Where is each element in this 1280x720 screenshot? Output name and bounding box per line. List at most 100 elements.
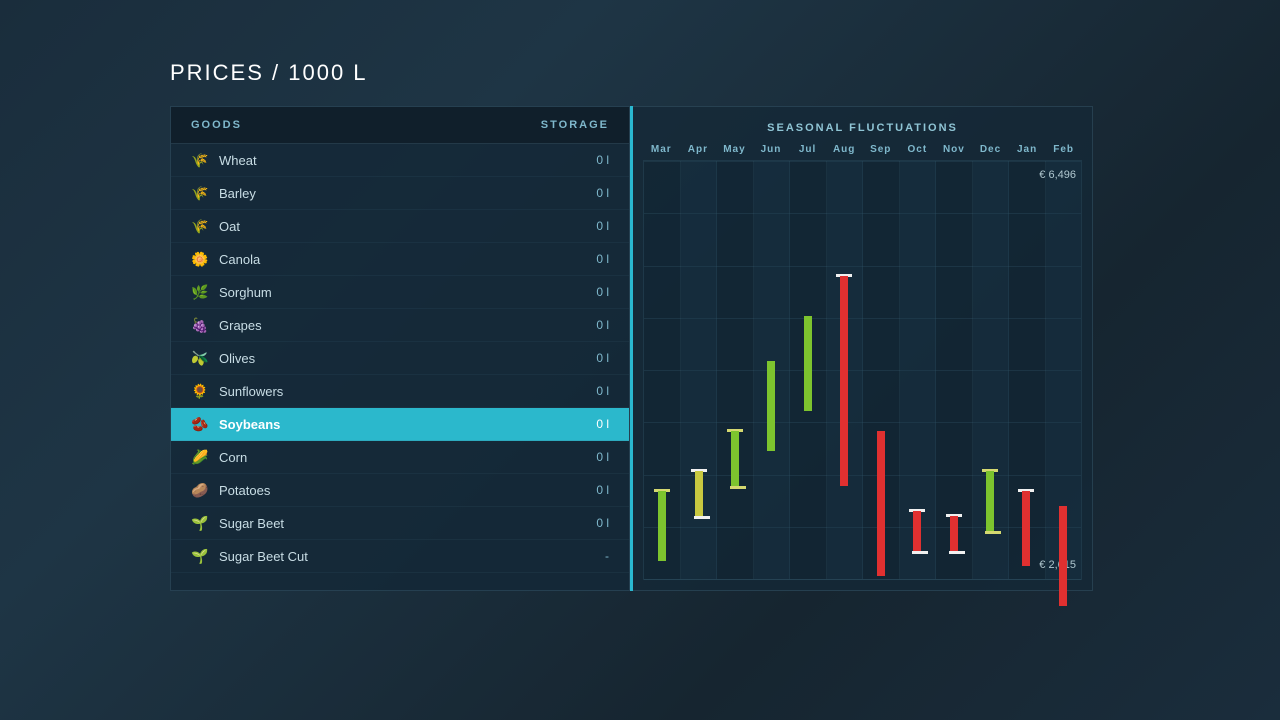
item-icon-oat: 🌾 [191,217,209,235]
chart-bars [644,161,1081,579]
item-left: 🌾 Wheat [191,151,257,169]
item-storage-potatoes: 0 l [596,483,609,497]
storage-col-label: STORAGE [541,119,609,131]
item-left: 🌾 Oat [191,217,240,235]
main-content: PRICES / 1000 L GOODS STORAGE 🌾 Wheat 0 … [0,0,1280,591]
item-storage-grapes: 0 l [596,318,609,332]
bar-feb [1058,506,1068,606]
goods-header: GOODS STORAGE [171,107,629,144]
item-left: 🌿 Sorghum [191,283,272,301]
item-storage-olives: 0 l [596,351,609,365]
main-panel: GOODS STORAGE 🌾 Wheat 0 l 🌾 Barley 0 l 🌾… [170,106,1130,591]
month-label-aug: Aug [826,144,863,155]
item-icon-corn: 🌽 [191,448,209,466]
goods-item-soybeans[interactable]: 🫘 Soybeans 0 l [171,408,629,441]
bar-jun [766,361,776,451]
item-name-barley: Barley [219,186,256,201]
item-name-sugar-beet: Sugar Beet [219,516,284,531]
item-name-soybeans: Soybeans [219,417,280,432]
item-left: 🍇 Grapes [191,316,262,334]
goods-col-label: GOODS [191,119,242,131]
item-left: 🥔 Potatoes [191,481,270,499]
month-label-feb: Feb [1045,144,1082,155]
item-name-oat: Oat [219,219,240,234]
item-storage-sugar-beet: 0 l [596,516,609,530]
item-left: 🌻 Sunflowers [191,382,283,400]
item-storage-sugar-beet-cut: - [605,549,609,563]
bar-dec [985,471,995,534]
item-left: 🌾 Barley [191,184,256,202]
bar-apr [694,471,704,519]
bar-oct [912,511,922,554]
chart-area: € 6,496 € 2,615 [643,160,1082,580]
item-name-sorghum: Sorghum [219,285,272,300]
bar-may [730,431,740,489]
item-icon-grapes: 🍇 [191,316,209,334]
item-name-sunflowers: Sunflowers [219,384,283,399]
item-icon-wheat: 🌾 [191,151,209,169]
item-storage-barley: 0 l [596,186,609,200]
month-label-dec: Dec [972,144,1009,155]
item-icon-sorghum: 🌿 [191,283,209,301]
bar-nov [949,516,959,554]
item-name-corn: Corn [219,450,247,465]
item-icon-soybeans: 🫘 [191,415,209,433]
goods-item-corn[interactable]: 🌽 Corn 0 l [171,441,629,474]
goods-item-olives[interactable]: 🫒 Olives 0 l [171,342,629,375]
item-name-grapes: Grapes [219,318,262,333]
bar-sep [876,431,886,576]
item-icon-sugar-beet: 🌱 [191,514,209,532]
item-icon-canola: 🌼 [191,250,209,268]
month-label-jun: Jun [753,144,790,155]
month-label-jan: Jan [1009,144,1046,155]
bar-mar [657,491,667,561]
month-label-may: May [716,144,753,155]
month-label-mar: Mar [643,144,680,155]
month-label-jul: Jul [789,144,826,155]
goods-item-sorghum[interactable]: 🌿 Sorghum 0 l [171,276,629,309]
goods-item-barley[interactable]: 🌾 Barley 0 l [171,177,629,210]
bar-aug [839,276,849,486]
goods-item-sugar-beet-cut[interactable]: 🌱 Sugar Beet Cut - [171,540,629,573]
item-storage-oat: 0 l [596,219,609,233]
item-left: 🫒 Olives [191,349,255,367]
item-left: 🌱 Sugar Beet Cut [191,547,308,565]
item-left: 🌽 Corn [191,448,247,466]
item-icon-sugar-beet-cut: 🌱 [191,547,209,565]
item-storage-sunflowers: 0 l [596,384,609,398]
item-name-potatoes: Potatoes [219,483,270,498]
item-left: 🫘 Soybeans [191,415,280,433]
bar-jan [1021,491,1031,566]
item-storage-soybeans: 0 l [596,417,609,431]
item-icon-olives: 🫒 [191,349,209,367]
chart-title: SEASONAL FLUCTUATIONS [643,122,1082,134]
item-left: 🌼 Canola [191,250,260,268]
bar-jul [803,316,813,411]
item-storage-wheat: 0 l [596,153,609,167]
item-name-olives: Olives [219,351,255,366]
goods-item-sugar-beet[interactable]: 🌱 Sugar Beet 0 l [171,507,629,540]
item-icon-barley: 🌾 [191,184,209,202]
item-icon-potatoes: 🥔 [191,481,209,499]
month-label-apr: Apr [680,144,717,155]
month-label-nov: Nov [936,144,973,155]
goods-item-potatoes[interactable]: 🥔 Potatoes 0 l [171,474,629,507]
goods-item-wheat[interactable]: 🌾 Wheat 0 l [171,144,629,177]
page-title: PRICES / 1000 L [170,60,1280,86]
chart-panel: SEASONAL FLUCTUATIONS MarAprMayJunJulAug… [633,106,1093,591]
goods-item-sunflowers[interactable]: 🌻 Sunflowers 0 l [171,375,629,408]
goods-item-oat[interactable]: 🌾 Oat 0 l [171,210,629,243]
item-name-sugar-beet-cut: Sugar Beet Cut [219,549,308,564]
grid-line [644,579,1081,580]
goods-panel: GOODS STORAGE 🌾 Wheat 0 l 🌾 Barley 0 l 🌾… [170,106,630,591]
item-storage-sorghum: 0 l [596,285,609,299]
item-icon-sunflowers: 🌻 [191,382,209,400]
chart-months: MarAprMayJunJulAugSepOctNovDecJanFeb [643,144,1082,155]
month-label-oct: Oct [899,144,936,155]
item-storage-corn: 0 l [596,450,609,464]
goods-item-canola[interactable]: 🌼 Canola 0 l [171,243,629,276]
item-name-wheat: Wheat [219,153,257,168]
item-left: 🌱 Sugar Beet [191,514,284,532]
item-name-canola: Canola [219,252,260,267]
goods-item-grapes[interactable]: 🍇 Grapes 0 l [171,309,629,342]
